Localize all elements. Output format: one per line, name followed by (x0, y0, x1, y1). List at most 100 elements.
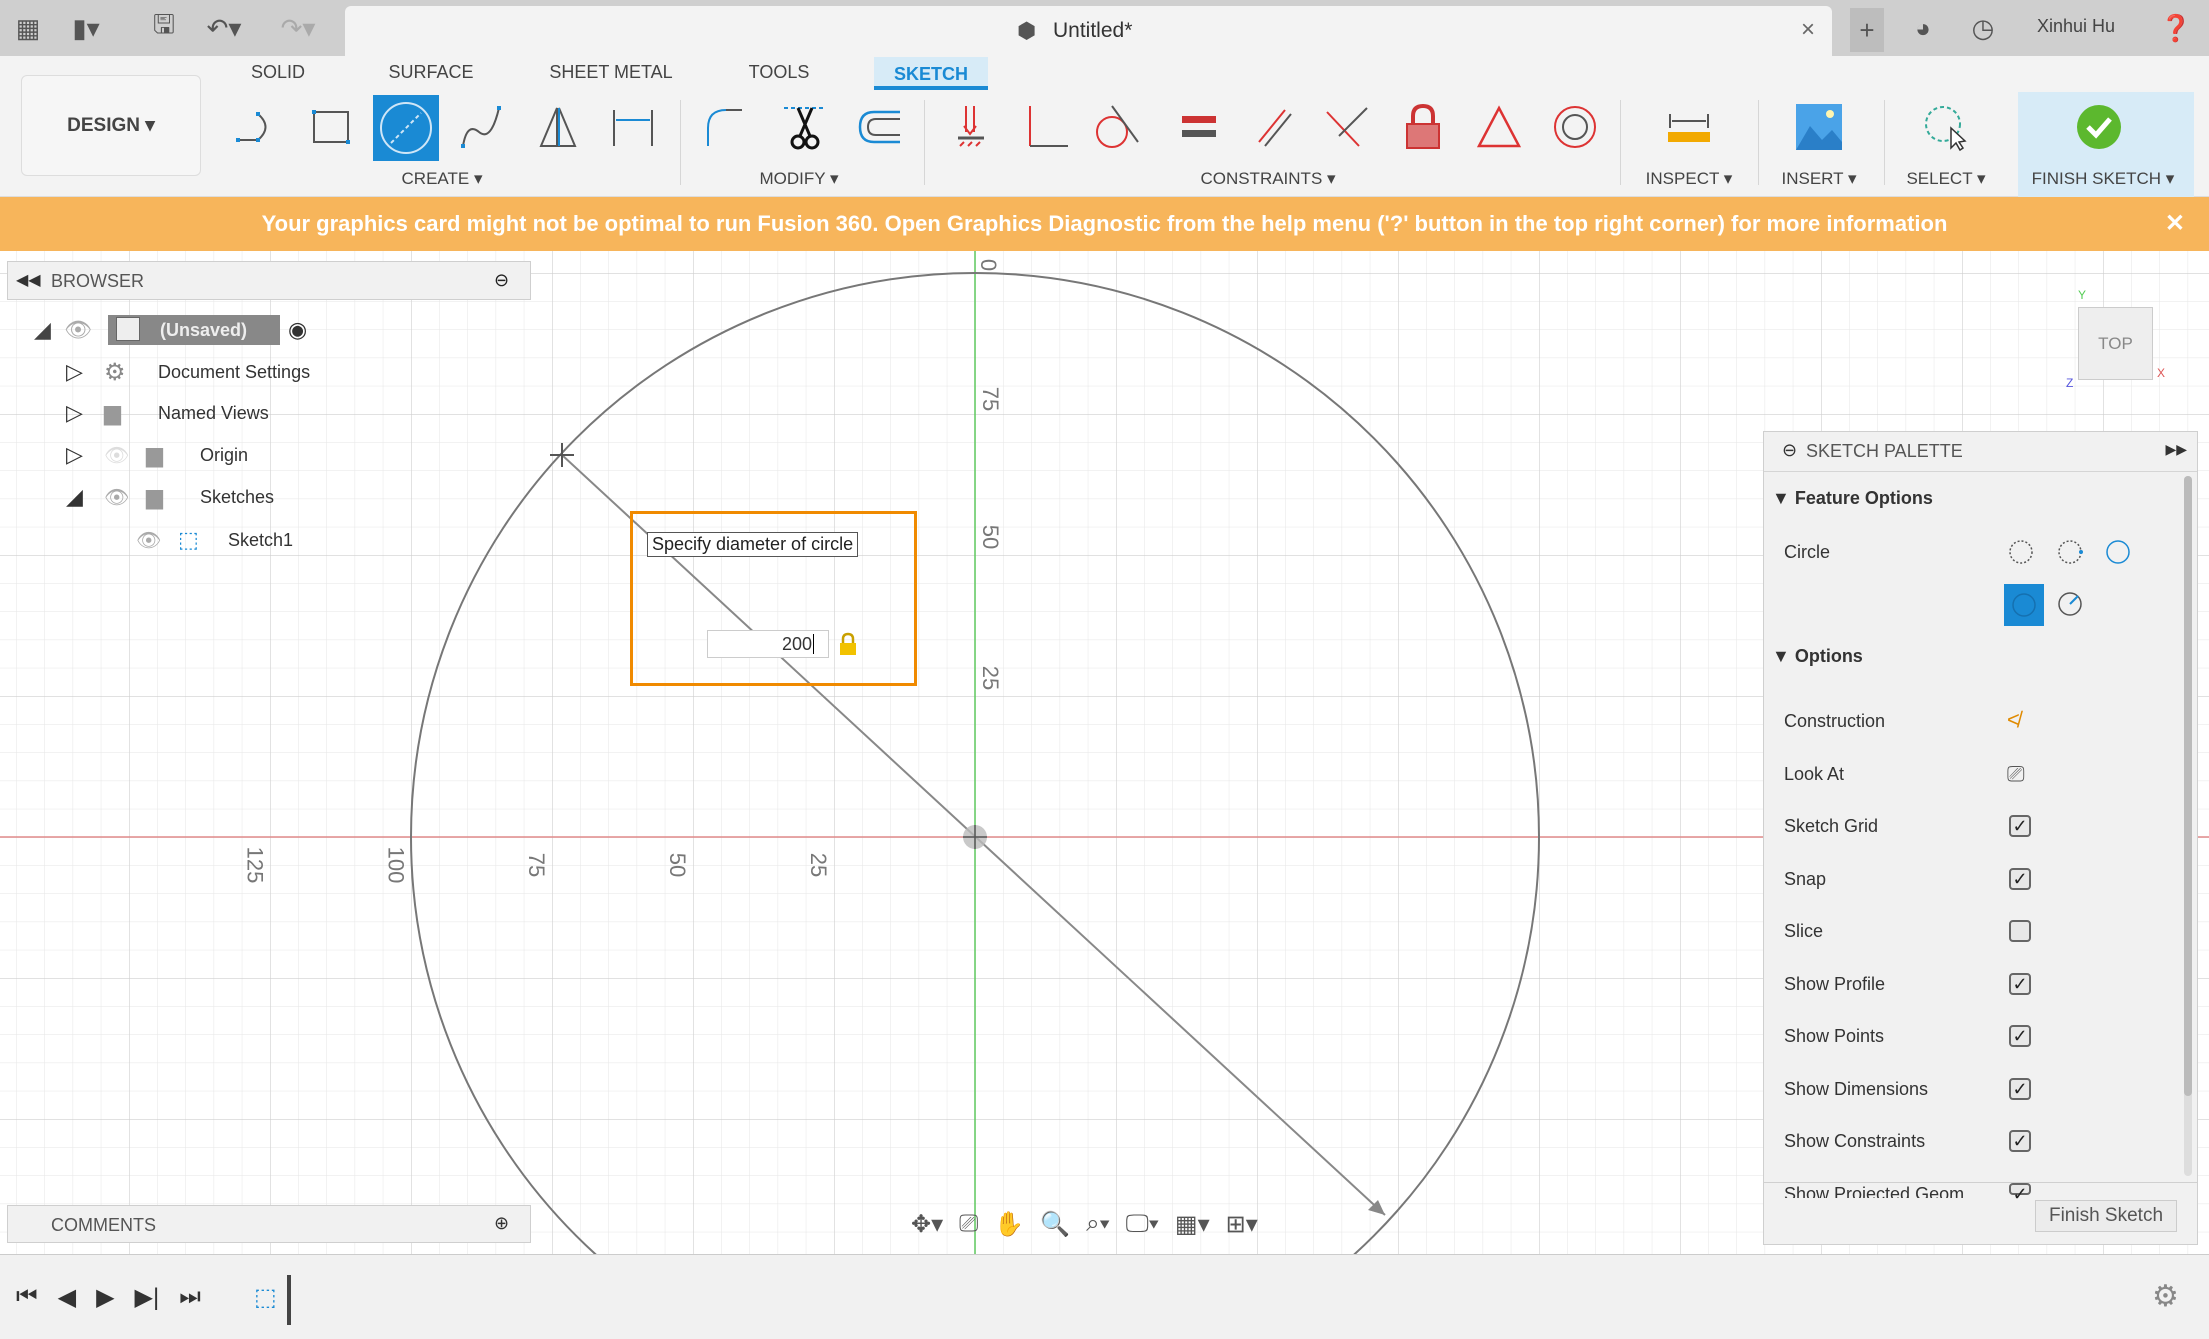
go-to-end-icon[interactable]: ⏭ (179, 1283, 201, 1312)
viewports-icon[interactable]: ⊞▾ (1226, 1210, 1258, 1239)
dimension-tool-icon[interactable] (608, 102, 658, 152)
rectangle-tool-icon[interactable] (306, 102, 356, 152)
palette-minimize-icon[interactable]: ⊖ (1782, 440, 1797, 461)
save-icon[interactable]: 🖫 (148, 9, 180, 44)
inspect-menu[interactable]: INSPECT ▾ (1646, 169, 1733, 189)
select-menu[interactable]: SELECT ▾ (1906, 169, 1985, 189)
mirror-tool-icon[interactable] (533, 102, 583, 152)
insert-image-icon[interactable] (1794, 102, 1844, 152)
collapse-triangle-icon[interactable]: ◢ (34, 317, 64, 343)
perpendicular-constraint-icon[interactable] (1022, 102, 1072, 152)
browser-item-named-views[interactable]: ▷ ▆ Named Views (66, 395, 269, 431)
add-comment-icon[interactable]: ⊕ (494, 1213, 509, 1234)
line-tool-icon[interactable] (233, 102, 283, 152)
checkbox-sketch-grid[interactable]: ✓ (2009, 815, 2031, 837)
browser-item-root[interactable]: ◢ 👁 (Unsaved) ◉ (34, 312, 307, 348)
finish-sketch-button[interactable]: Finish Sketch (2035, 1200, 2177, 1232)
three-point-circle-icon[interactable] (2106, 540, 2130, 564)
options-header[interactable]: ▼ Options (1772, 646, 1863, 667)
create-menu[interactable]: CREATE ▾ (402, 169, 483, 189)
tab-solid[interactable]: SOLID (251, 62, 305, 83)
trim-scissors-icon[interactable] (780, 102, 830, 152)
construction-icon[interactable]: ≮ (2007, 707, 2020, 733)
look-at-icon[interactable]: ⎚ (2007, 761, 2025, 787)
checkbox-show-projected-geom-[interactable]: ✓ (2009, 1182, 2031, 1203)
close-tab-icon[interactable]: × (1801, 16, 1815, 44)
expand-triangle-icon[interactable]: ▷ (66, 442, 104, 468)
browser-item-sketches[interactable]: ◢ 👁 ▆ Sketches (66, 479, 274, 515)
play-icon[interactable]: ▶ (96, 1283, 114, 1312)
file-icon[interactable]: ▮▾ (70, 12, 102, 44)
expand-triangle-icon[interactable]: ▷ (66, 400, 104, 426)
expand-triangle-icon[interactable]: ▷ (66, 359, 104, 385)
hidden-eye-icon[interactable]: 👁 (104, 443, 146, 468)
visibility-eye-icon[interactable]: 👁 (104, 485, 146, 510)
fix-lock-icon[interactable] (1398, 102, 1448, 152)
browser-item-document-settings[interactable]: ▷ ⚙ Document Settings (66, 354, 310, 390)
finish-sketch-check-icon[interactable] (2074, 102, 2124, 152)
go-to-start-icon[interactable]: ⏮ (16, 1283, 38, 1312)
redo-icon[interactable]: ↷▾ (281, 12, 316, 44)
new-tab-plus-icon[interactable]: + (1850, 8, 1884, 52)
banner-close-icon[interactable]: ✕ (2165, 197, 2185, 251)
step-forward-icon[interactable]: ▶| (135, 1283, 160, 1312)
expand-palette-icon[interactable]: ▶▶ (2165, 441, 2187, 458)
tab-surface[interactable]: SURFACE (388, 62, 473, 83)
browser-item-origin[interactable]: ▷ 👁 ▆ Origin (66, 437, 248, 473)
help-icon[interactable]: ❓ (2160, 12, 2192, 44)
workspace-switcher[interactable]: DESIGN ▾ (21, 75, 201, 176)
fillet-tool-icon[interactable] (702, 102, 752, 152)
select-cursor-icon[interactable] (1921, 102, 1971, 152)
selected-circle-option[interactable] (2004, 584, 2044, 626)
browser-item-sketch1[interactable]: 👁 ⬚ Sketch1 (136, 522, 293, 558)
checkbox-slice[interactable] (2009, 920, 2031, 942)
modify-menu[interactable]: MODIFY ▾ (759, 169, 838, 189)
feature-options-header[interactable]: ▼ Feature Options (1772, 488, 1933, 509)
midpoint-triangle-icon[interactable] (1474, 102, 1524, 152)
checkbox-show-profile[interactable]: ✓ (2009, 972, 2031, 995)
zoom-icon[interactable]: 🔍 (1040, 1210, 1070, 1239)
equal-constraint-icon[interactable] (1174, 102, 1224, 152)
center-diameter-circle-icon[interactable] (2009, 540, 2033, 564)
concentric-constraint-icon[interactable] (1550, 102, 1600, 152)
extensions-icon[interactable]: ◕ (1907, 12, 1939, 44)
checkbox-snap[interactable]: ✓ (2009, 867, 2031, 890)
palette-scrollbar[interactable] (2184, 476, 2192, 1176)
viewcube[interactable]: TOP (2078, 307, 2153, 380)
zoom-window-icon[interactable]: ⌕▾ (1086, 1210, 1110, 1238)
measure-ruler-icon[interactable] (1664, 102, 1714, 152)
collapse-triangle-icon[interactable]: ◢ (66, 484, 104, 510)
undo-icon[interactable]: ↶▾ (207, 12, 242, 44)
visibility-eye-icon[interactable]: 👁 (64, 317, 108, 343)
offset-tool-icon[interactable] (854, 102, 904, 152)
spline-tool-icon[interactable] (457, 102, 507, 152)
tab-tools[interactable]: TOOLS (749, 62, 810, 83)
visibility-eye-icon[interactable]: 👁 (136, 528, 178, 553)
step-back-icon[interactable]: ◀ (58, 1283, 76, 1312)
timeline-sketch-icon[interactable]: ⬚ (254, 1283, 277, 1312)
timeline-marker[interactable] (287, 1275, 291, 1325)
timeline-settings-gear-icon[interactable]: ⚙ (2152, 1279, 2179, 1314)
grid-menu-icon[interactable]: ▦ (12, 12, 44, 44)
tangent-constraint-icon[interactable] (1092, 102, 1142, 152)
collapse-browser-icon[interactable]: ◀◀ (16, 270, 41, 290)
display-settings-icon[interactable]: 🖵▾ (1126, 1210, 1159, 1238)
constraints-menu[interactable]: CONSTRAINTS ▾ (1200, 169, 1335, 189)
lock-dimension-icon[interactable] (838, 632, 858, 656)
look-at-icon[interactable]: ⎚ (959, 1210, 978, 1238)
job-status-icon[interactable]: ◷ (1967, 12, 1999, 44)
user-name[interactable]: Xinhui Hu (2037, 16, 2115, 37)
grid-settings-icon[interactable]: ▦▾ (1175, 1210, 1210, 1239)
insert-menu[interactable]: INSERT ▾ (1782, 169, 1857, 189)
checkbox-show-points[interactable]: ✓ (2009, 1025, 2031, 1047)
browser-minimize-icon[interactable]: ⊖ (494, 270, 509, 291)
finish-sketch-menu[interactable]: FINISH SKETCH ▾ (2032, 169, 2175, 189)
pan-hand-icon[interactable]: ✋ (994, 1210, 1024, 1239)
checkbox-show-dimensions[interactable]: ✓ (2009, 1077, 2031, 1100)
diameter-input[interactable]: 200 (707, 630, 829, 658)
tab-sketch[interactable]: SKETCH (873, 57, 989, 90)
tangent-circle-icon[interactable] (2058, 592, 2082, 616)
collinear-constraint-icon[interactable] (1323, 102, 1373, 152)
circle-tool-icon-active[interactable] (373, 95, 439, 161)
activate-radio-icon[interactable]: ◉ (288, 317, 307, 343)
